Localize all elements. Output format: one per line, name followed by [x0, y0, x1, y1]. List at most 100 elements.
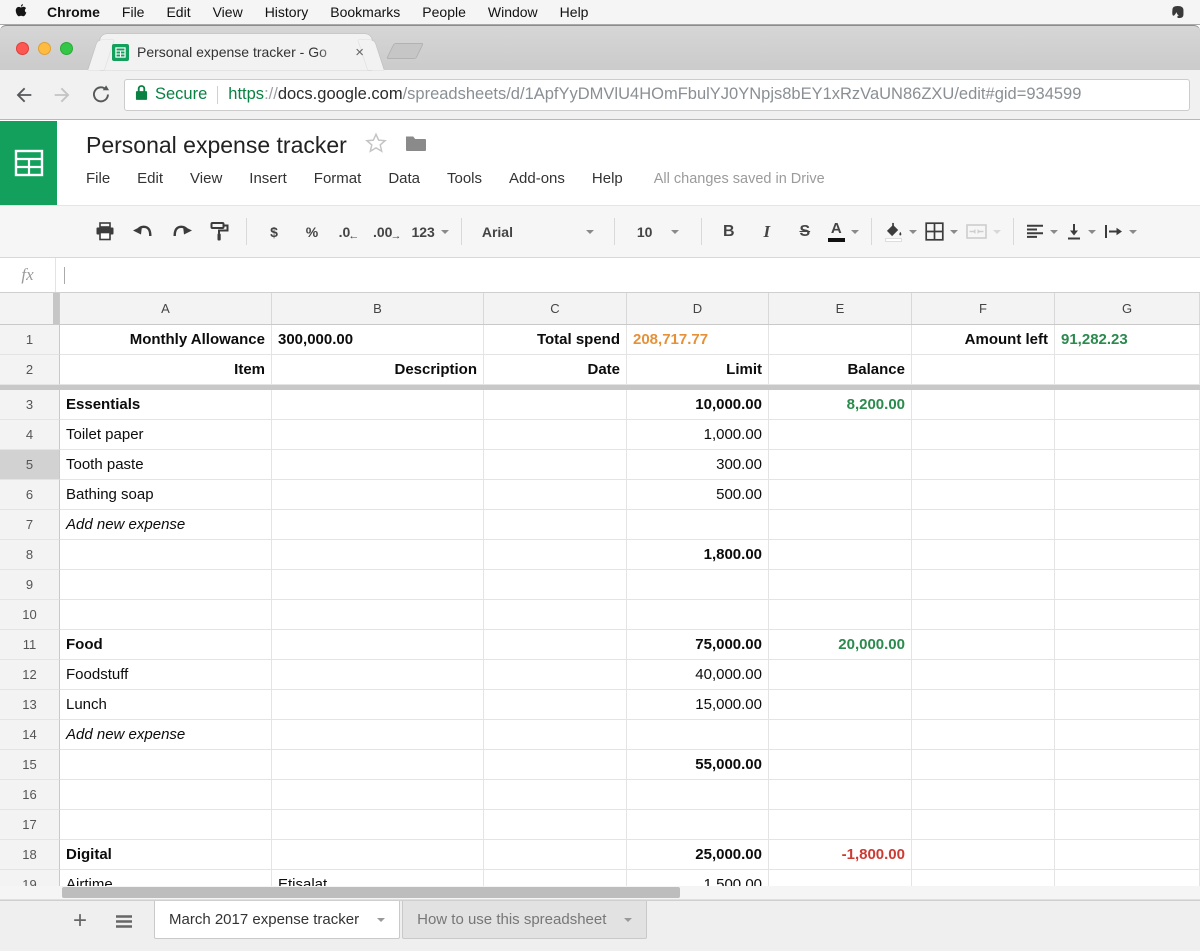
cell-e16[interactable]	[769, 780, 912, 810]
cell-c7[interactable]	[484, 510, 627, 540]
cell-g13[interactable]	[1055, 690, 1200, 720]
formula-input[interactable]	[56, 258, 1200, 292]
cell-a18[interactable]: Digital	[60, 840, 272, 870]
cell-b6[interactable]	[272, 480, 484, 510]
cell-g1[interactable]: 91,282.23	[1055, 325, 1200, 355]
cell-d13[interactable]: 15,000.00	[627, 690, 769, 720]
format-percent-button[interactable]: %	[297, 214, 327, 250]
menu-add-ons[interactable]: Add-ons	[509, 170, 565, 187]
move-to-folder-icon[interactable]	[405, 134, 427, 157]
cell-d4[interactable]: 1,000.00	[627, 420, 769, 450]
evernote-menubar-icon[interactable]	[1169, 3, 1186, 24]
redo-button[interactable]	[166, 214, 196, 250]
cell-c6[interactable]	[484, 480, 627, 510]
reload-button[interactable]	[86, 81, 114, 109]
cell-b11[interactable]	[272, 630, 484, 660]
add-sheet-button[interactable]: +	[62, 903, 98, 939]
cell-d7[interactable]	[627, 510, 769, 540]
menu-insert[interactable]: Insert	[249, 170, 287, 187]
cell-e12[interactable]	[769, 660, 912, 690]
window-close-button[interactable]	[16, 42, 29, 55]
menubar-item-view[interactable]: View	[213, 4, 243, 20]
menubar-item-bookmarks[interactable]: Bookmarks	[330, 4, 400, 20]
row-header-10[interactable]: 10	[0, 600, 60, 630]
cell-d12[interactable]: 40,000.00	[627, 660, 769, 690]
menu-format[interactable]: Format	[314, 170, 362, 187]
cell-a15[interactable]	[60, 750, 272, 780]
cell-d6[interactable]: 500.00	[627, 480, 769, 510]
cell-g3[interactable]	[1055, 390, 1200, 420]
cell-g19[interactable]	[1055, 870, 1200, 886]
cell-e6[interactable]	[769, 480, 912, 510]
browser-tab[interactable]: Personal expense tracker - Go ×	[100, 34, 372, 70]
cell-a17[interactable]	[60, 810, 272, 840]
cell-g11[interactable]	[1055, 630, 1200, 660]
cell-e9[interactable]	[769, 570, 912, 600]
cell-d2[interactable]: Limit	[627, 355, 769, 385]
cell-c3[interactable]	[484, 390, 627, 420]
menubar-item-file[interactable]: File	[122, 4, 145, 20]
row-header-14[interactable]: 14	[0, 720, 60, 750]
font-family-select[interactable]: Arial	[474, 214, 602, 250]
cell-a1[interactable]: Monthly Allowance	[60, 325, 272, 355]
cell-a11[interactable]: Food	[60, 630, 272, 660]
bold-button[interactable]: B	[714, 214, 744, 250]
cell-e19[interactable]	[769, 870, 912, 886]
menubar-item-chrome[interactable]: Chrome	[47, 4, 100, 20]
new-tab-button[interactable]	[386, 43, 424, 59]
cell-b13[interactable]	[272, 690, 484, 720]
cell-d19[interactable]: 1,500.00	[627, 870, 769, 886]
menu-help[interactable]: Help	[592, 170, 623, 187]
all-sheets-menu-button[interactable]	[106, 903, 142, 939]
cell-c16[interactable]	[484, 780, 627, 810]
cell-g9[interactable]	[1055, 570, 1200, 600]
cell-b1[interactable]: 300,000.00	[272, 325, 484, 355]
cell-d8[interactable]: 1,800.00	[627, 540, 769, 570]
cell-g5[interactable]	[1055, 450, 1200, 480]
cell-a4[interactable]: Toilet paper	[60, 420, 272, 450]
cell-f17[interactable]	[912, 810, 1055, 840]
sheet-tab-how-to-use-this-spreadsheet[interactable]: How to use this spreadsheet	[402, 901, 647, 939]
cell-f10[interactable]	[912, 600, 1055, 630]
column-header-b[interactable]: B	[272, 293, 484, 324]
text-wrap-button[interactable]	[1104, 214, 1137, 250]
cell-d1[interactable]: 208,717.77	[627, 325, 769, 355]
cell-c17[interactable]	[484, 810, 627, 840]
cell-c9[interactable]	[484, 570, 627, 600]
cell-g6[interactable]	[1055, 480, 1200, 510]
column-header-g[interactable]: G	[1055, 293, 1200, 324]
cell-c5[interactable]	[484, 450, 627, 480]
column-header-a[interactable]: A	[60, 293, 272, 324]
vertical-align-button[interactable]	[1066, 214, 1096, 250]
cell-a19[interactable]: Airtime	[60, 870, 272, 886]
tab-close-icon[interactable]: ×	[355, 45, 364, 60]
menu-tools[interactable]: Tools	[447, 170, 482, 187]
cell-f3[interactable]	[912, 390, 1055, 420]
cell-f6[interactable]	[912, 480, 1055, 510]
cell-e8[interactable]	[769, 540, 912, 570]
cell-a6[interactable]: Bathing soap	[60, 480, 272, 510]
row-header-16[interactable]: 16	[0, 780, 60, 810]
paint-format-button[interactable]	[204, 214, 234, 250]
horizontal-align-button[interactable]	[1026, 214, 1058, 250]
cell-d9[interactable]	[627, 570, 769, 600]
cell-g10[interactable]	[1055, 600, 1200, 630]
cell-g4[interactable]	[1055, 420, 1200, 450]
cell-a3[interactable]: Essentials	[60, 390, 272, 420]
cell-c18[interactable]	[484, 840, 627, 870]
cell-f4[interactable]	[912, 420, 1055, 450]
cell-c13[interactable]	[484, 690, 627, 720]
cell-b19[interactable]: Etisalat	[272, 870, 484, 886]
menubar-item-history[interactable]: History	[265, 4, 309, 20]
cell-d11[interactable]: 75,000.00	[627, 630, 769, 660]
decrease-decimal-button[interactable]: .0←	[335, 214, 365, 250]
back-button[interactable]	[10, 81, 38, 109]
row-header-12[interactable]: 12	[0, 660, 60, 690]
cell-a14[interactable]: Add new expense	[60, 720, 272, 750]
cell-d17[interactable]	[627, 810, 769, 840]
cell-c4[interactable]	[484, 420, 627, 450]
cell-b9[interactable]	[272, 570, 484, 600]
cell-g14[interactable]	[1055, 720, 1200, 750]
cell-e5[interactable]	[769, 450, 912, 480]
cell-f7[interactable]	[912, 510, 1055, 540]
